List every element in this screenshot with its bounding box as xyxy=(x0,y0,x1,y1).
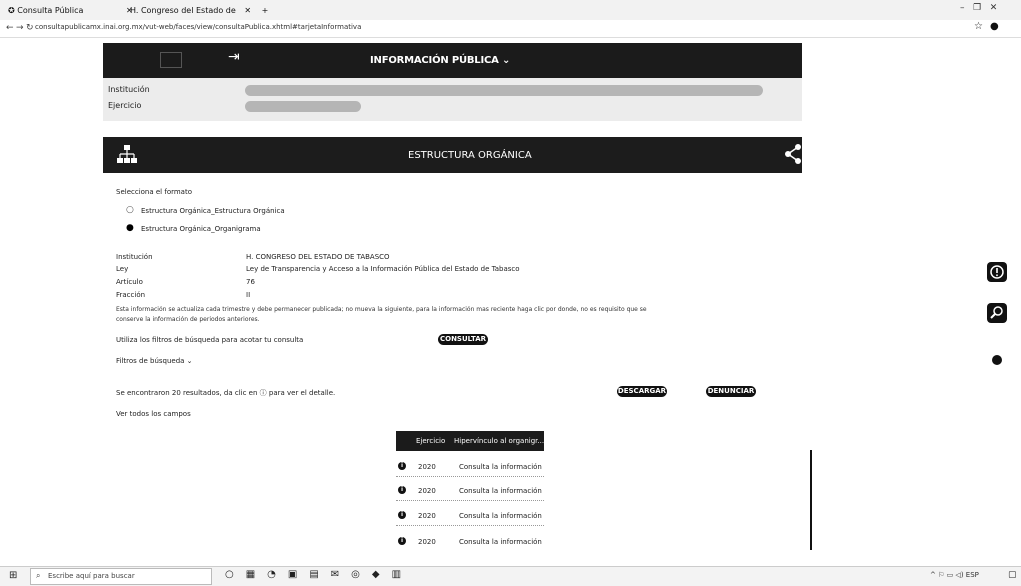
radio-organigrama[interactable]: ● xyxy=(126,223,134,233)
cell-year: 2020 xyxy=(418,487,436,495)
cell-year: 2020 xyxy=(418,538,436,546)
results-count: Se encontraron 20 resultados, da clic en… xyxy=(116,389,336,397)
format-prompt: Selecciona el formato xyxy=(116,188,192,196)
logo-icon xyxy=(160,52,182,68)
cell-year: 2020 xyxy=(418,463,436,471)
tab-favicon-icon: ✪ xyxy=(8,6,18,15)
scroll-top-icon[interactable] xyxy=(992,355,1002,365)
radio-estructura[interactable]: ○ xyxy=(126,205,134,215)
login-icon[interactable]: ⇥ xyxy=(228,49,240,65)
descargar-button[interactable]: DESCARGAR xyxy=(617,386,667,397)
tab-congreso[interactable]: H. Congreso del Estado de ✕ + xyxy=(130,2,268,19)
search-help-icon[interactable] xyxy=(987,303,1007,323)
section-title: ESTRUCTURA ORGÁNICA xyxy=(408,150,532,161)
taskbar-app-icons[interactable]: ○▦◔▣▤✉◎◆▥ xyxy=(225,569,413,580)
info-icon[interactable]: i xyxy=(398,537,406,545)
denunciar-button[interactable]: DENUNCIAR xyxy=(706,386,756,397)
info-icon[interactable]: i xyxy=(398,486,406,494)
ejercicio-select[interactable] xyxy=(245,101,361,112)
update-note: Esta información se actualiza cada trime… xyxy=(116,306,647,313)
window-controls[interactable]: – ❐ ✕ xyxy=(960,3,997,13)
profile-icon[interactable]: ● xyxy=(990,21,999,32)
cell-link[interactable]: Consulta la información xyxy=(459,538,542,546)
option-organigrama-label[interactable]: Estructura Orgánica_Organigrama xyxy=(141,225,261,233)
detail-value: H. CONGRESO DEL ESTADO DE TABASCO xyxy=(246,253,390,261)
detail-key: Fracción xyxy=(116,291,146,299)
system-tray-icons[interactable]: ^ ⚐ ▭ ◁) ESP xyxy=(930,571,979,579)
cell-year: 2020 xyxy=(418,512,436,520)
cell-link[interactable]: Consulta la información xyxy=(459,512,542,520)
taskbar-search-placeholder: Escribe aquí para buscar xyxy=(48,572,135,580)
tab-consulta-publica[interactable]: ✪ Consulta Pública ✕ xyxy=(8,2,133,19)
windows-start-icon[interactable]: ⊞ xyxy=(9,570,17,581)
option-estructura-label[interactable]: Estructura Orgánica_Estructura Orgánica xyxy=(141,207,285,215)
detail-key: Institución xyxy=(116,253,153,261)
alert-icon[interactable] xyxy=(987,262,1007,282)
detail-key: Ley xyxy=(116,265,129,273)
search-hint: Utiliza los filtros de búsqueda para aco… xyxy=(116,336,304,344)
col-hipervinculo[interactable]: Hipervínculo al organigr... xyxy=(454,437,544,445)
detail-value: Ley de Transparencia y Acceso a la Infor… xyxy=(246,265,520,273)
ejercicio-label: Ejercicio xyxy=(108,101,142,110)
notifications-icon[interactable]: ▢ xyxy=(1008,570,1017,580)
cell-link[interactable]: Consulta la información xyxy=(459,463,542,471)
ver-todos-link[interactable]: Ver todos los campos xyxy=(116,410,191,418)
search-icon: ⌕ xyxy=(36,571,41,580)
update-note-2: conserve la información de periodos ante… xyxy=(116,316,260,323)
filtros-toggle[interactable]: Filtros de búsqueda ⌄ xyxy=(116,357,193,365)
share-icon[interactable] xyxy=(784,144,802,164)
consultar-button[interactable]: CONSULTAR xyxy=(438,334,488,345)
detail-key: Artículo xyxy=(116,278,143,286)
col-ejercicio[interactable]: Ejercicio xyxy=(416,437,445,445)
tab-close-icon[interactable]: ✕ xyxy=(244,6,251,15)
forward-icon[interactable]: → xyxy=(16,21,24,35)
reload-icon[interactable]: ↻ xyxy=(26,21,34,35)
row-divider xyxy=(396,525,544,526)
institucion-select[interactable] xyxy=(245,85,763,96)
info-icon[interactable]: i xyxy=(398,462,406,470)
row-divider xyxy=(396,500,544,501)
scrollbar[interactable] xyxy=(810,450,812,550)
detail-value: II xyxy=(246,291,251,299)
info-publica-menu[interactable]: INFORMACIÓN PÚBLICA ⌄ xyxy=(370,55,510,66)
org-chart-icon xyxy=(116,144,138,166)
star-icon[interactable]: ☆ xyxy=(974,21,983,32)
cell-link[interactable]: Consulta la información xyxy=(459,487,542,495)
back-icon[interactable]: ← xyxy=(6,21,14,35)
new-tab-icon[interactable]: + xyxy=(262,6,269,15)
detail-value: 76 xyxy=(246,278,255,286)
row-divider xyxy=(396,476,544,477)
institucion-label: Institución xyxy=(108,85,150,94)
url-field[interactable]: consultapublicamx.inai.org.mx/vut-web/fa… xyxy=(35,23,361,31)
info-icon[interactable]: i xyxy=(398,511,406,519)
